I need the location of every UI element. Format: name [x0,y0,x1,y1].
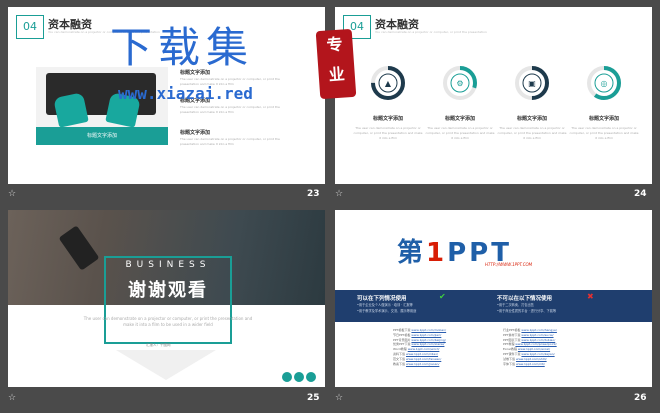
forbidden-item: •用于商业性质的平台 · 进行分享、下载等 [497,309,557,313]
link-url[interactable]: www.1ppt.com/tubiao/ [521,338,555,342]
ring-text: The user can demonstrate on a projector … [497,126,567,140]
target-icon: ◎ [587,66,621,100]
link-url[interactable]: www.1ppt.com/hangye/ [521,328,556,332]
link-key: 行业PPT模板 [503,328,521,332]
star-icon[interactable]: ☆ [335,393,343,403]
logo-url: HTTP://WWW.1PPT.COM [485,262,533,267]
slide-number: 24 [634,189,647,199]
link-url[interactable]: www.1ppt.com/xiazai/ [411,342,444,346]
link-key: PPT教程 [503,342,515,347]
link-list-right: 行业PPT模板 www.1ppt.com/hangye/PPT素材下载 www.… [503,328,557,366]
link-url[interactable]: www.1ppt.com/shiti/ [516,357,547,361]
slide-thumbnail-25[interactable]: BUSINESS 谢谢观看 The user can demonstrate o… [8,210,325,387]
svg-text:▲: ▲ [385,79,392,88]
cross-icon: ✖ [587,292,594,301]
link-url[interactable]: www.1ppt.com/jiaoan/ [406,362,439,366]
link-row[interactable]: 教案下载 www.1ppt.com/jiaoan/ [393,362,446,367]
forbidden-item: •用于二次转卖、打包出售 [497,303,534,307]
link-key: 资料下载 [393,351,406,356]
slide-thumbnail-24[interactable]: 04 资本融资 You can demonstrate on a project… [335,7,652,184]
link-key: 字体下载 [503,361,516,366]
link-key: Excel教程 [503,347,517,352]
link-key: PPT素材下载 [503,332,521,337]
logo-prefix: 第 [397,238,427,268]
image-caption-band: 标题文字添加 [36,127,168,145]
ring-item: ⚙ 标题文字添加 The user can demonstrate on a pro… [425,65,495,141]
ring-text: The user can demonstrate on a projector … [569,126,639,140]
link-key: PPT模板下载 [393,328,411,332]
ring-label: 标题文字添加 [516,116,547,122]
link-key: 试卷下载 [503,356,516,361]
ring-item: ▣ 标题文字添加 The user can demonstrate on a pro… [497,65,567,141]
link-url[interactable]: www.1ppt.com/sucai/ [521,333,553,337]
link-url[interactable]: www.1ppt.com/word/ [408,347,440,351]
star-icon[interactable]: ☆ [335,189,343,199]
svg-text:⚙: ⚙ [456,79,463,88]
link-url[interactable]: www.1ppt.com/excel/ [518,347,550,351]
link-url[interactable]: www.1ppt.com/moban/ [411,328,446,332]
ring-text: The user can demonstrate on a projector … [425,126,495,140]
circle-icon [294,372,304,382]
link-row[interactable]: 字体下载 www.1ppt.com/ziti/ [503,362,557,367]
left-hand-icon [53,92,89,128]
link-url[interactable]: www.1ppt.com/jieri/ [411,333,441,337]
slide-subtitle: You can demonstrate on a projector or co… [375,30,487,34]
link-key: 优秀PPT下载 [393,342,411,347]
star-icon[interactable]: ☆ [8,189,16,199]
ring-item: ▲ 标题文字添加 The user can demonstrate on a pro… [353,65,423,141]
link-url[interactable]: www.1ppt.com/fanwen/ [406,357,441,361]
link-url[interactable]: www.1ppt.com/powerpoint/ [515,342,556,346]
thanks-title: 谢谢观看 [128,280,208,301]
link-key: PPT课件下载 [503,351,521,356]
link-key: 范文下载 [393,356,406,361]
ring-label: 标题文字添加 [588,116,619,122]
link-url[interactable]: www.1ppt.com/kejian/ [521,352,554,356]
seal-bottom: 业 [328,64,346,85]
ring-label: 标题文字添加 [372,116,403,122]
section-number: 04 [16,15,44,39]
forbidden-title: 不可以在以下情况使用 [497,296,553,302]
allowed-item: •用于企业及个人做演示 · 培训 · 汇报等 [357,303,413,307]
star-icon[interactable]: ☆ [8,393,16,403]
rocket-icon: ▲ [371,66,405,100]
ring-label: 标题文字添加 [444,116,475,122]
ring-text: The user can demonstrate on a projector … [353,126,423,140]
image-caption: 标题文字添加 [86,133,117,139]
gear-icon: ⚙ [443,66,477,100]
slide-number: 26 [634,393,647,403]
link-url[interactable]: www.1ppt.com/ziliao/ [406,352,438,356]
allowed-item: •用于教学及学术演示、交流、展示等用途 [357,309,417,313]
slide-thumbnail-26[interactable]: 第1PPT HTTP://WWW.1PPT.COM 可以在下列情况使用 ✔ •用… [335,210,652,387]
slide-number: 23 [307,189,320,199]
link-key: 教案下载 [393,361,406,366]
circle-icon [306,372,316,382]
link-url[interactable]: www.1ppt.com/ziti/ [516,362,545,366]
seal-top: 专 [325,34,344,55]
watermark-text: 下载集 [110,23,255,72]
triangle-decoration [116,350,216,380]
item-text: The user can demonstrate on a projector … [180,105,280,114]
slide-number: 25 [307,393,320,403]
ring-item: ◎ 标题文字添加 The user can demonstrate on a pro… [569,65,639,141]
link-key: PPT图表下载 [503,337,521,342]
watermark-site: www.xiazai.red [118,84,253,103]
train-icon: ▣ [515,66,549,100]
svg-text:▣: ▣ [528,79,536,88]
svg-text:◎: ◎ [601,79,608,88]
link-key: Word教程 [393,347,407,352]
logo-one: 1 [426,238,448,268]
link-key: PPT背景图片 [393,337,411,342]
description: The user can demonstrate on a projector … [83,316,253,327]
link-url[interactable]: www.1ppt.com/beijing/ [411,338,445,342]
business-heading: BUSINESS [125,260,211,270]
circle-icon [282,372,292,382]
link-list-left: PPT模板下载 www.1ppt.com/moban/节日PPT模板 www.1… [393,328,446,366]
reporter: 汇报人：千图网 [146,343,171,347]
watermark-seal: 专业 [315,28,357,100]
item-label: 标题文字添加 [180,130,211,136]
item-text: The user can demonstrate on a projector … [180,137,280,146]
link-key: 节日PPT模板 [393,332,411,337]
allowed-title: 可以在下列情况使用 [357,296,407,302]
check-icon: ✔ [439,292,446,301]
